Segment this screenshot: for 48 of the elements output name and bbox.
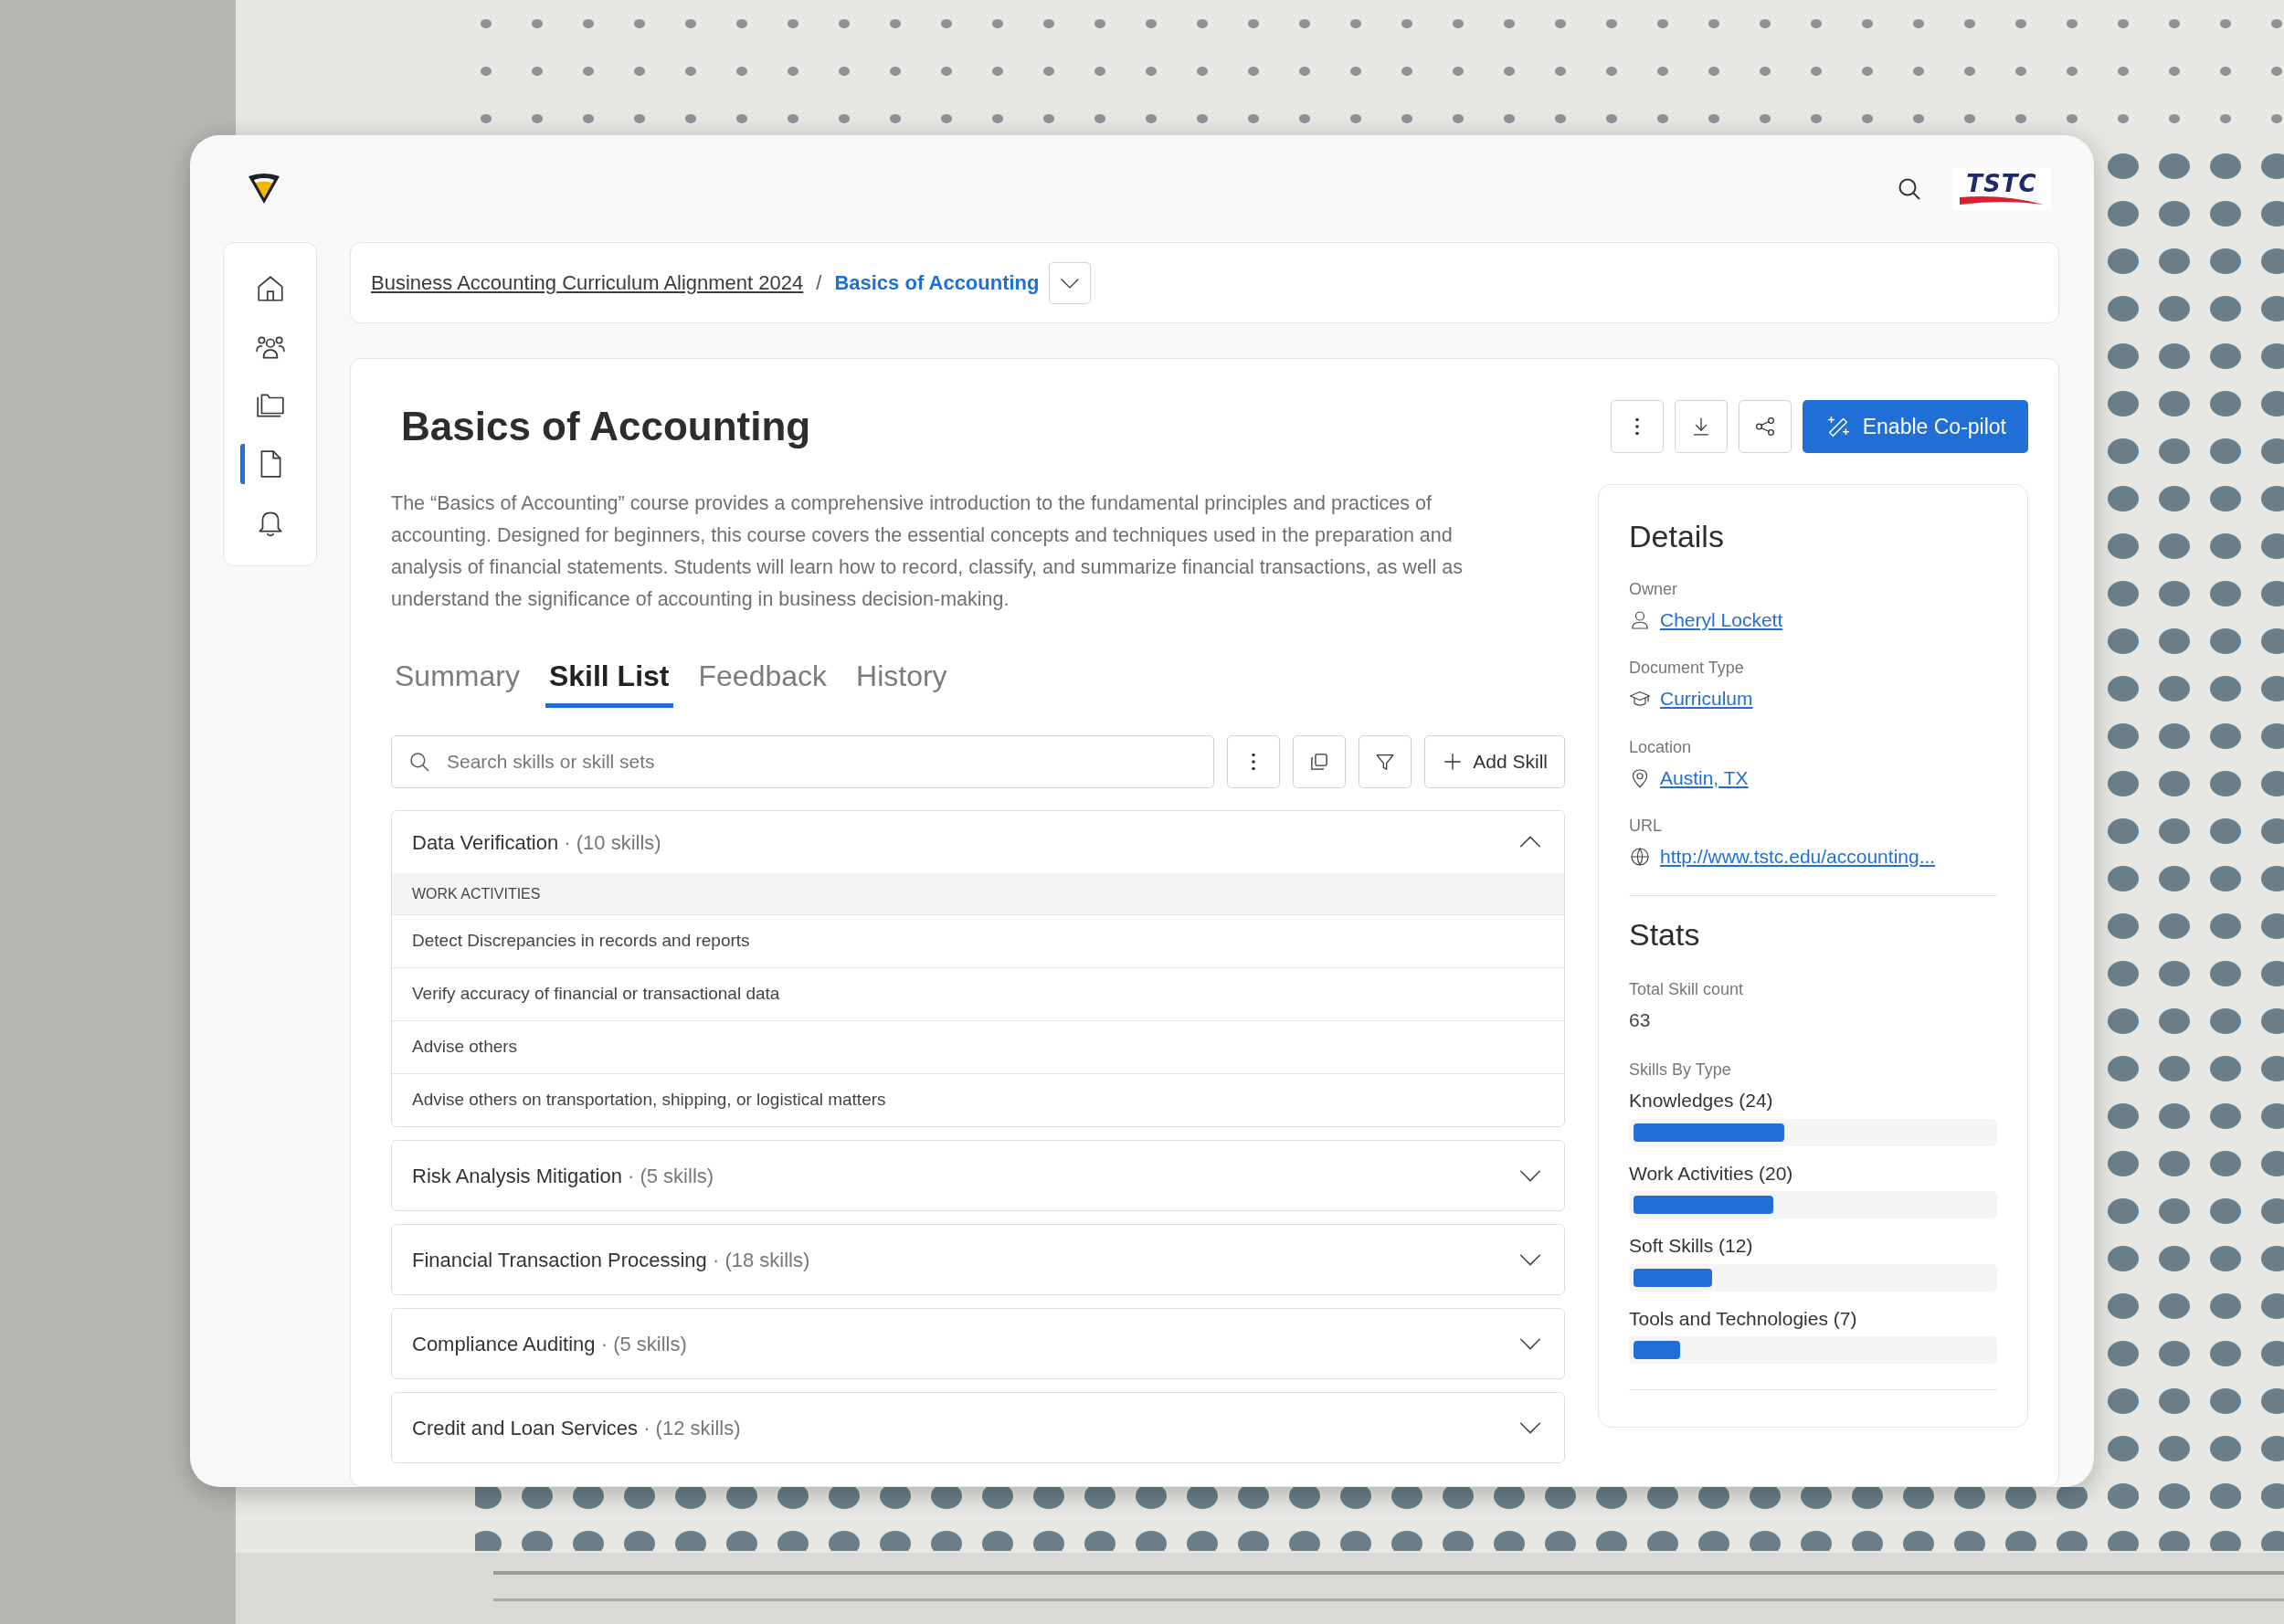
stat-label: Total Skill count bbox=[1629, 978, 1745, 1000]
tab[interactable]: Skill List bbox=[545, 654, 673, 708]
tab[interactable]: History bbox=[852, 654, 951, 708]
skill-row[interactable]: Advise others on transportation, shipping, or logistical matters bbox=[392, 1073, 1564, 1126]
field-link[interactable]: Cheryl Lockett bbox=[1660, 605, 1783, 635]
breadcrumb-current: Basics of Accounting bbox=[834, 270, 1040, 296]
skill-type-label: Tools and Technologies (7) bbox=[1629, 1306, 1858, 1331]
add-skill-button[interactable]: Add Skill bbox=[1424, 735, 1565, 788]
search-icon[interactable] bbox=[1898, 176, 1921, 201]
field-link[interactable]: Curriculum bbox=[1660, 684, 1753, 713]
skill-group-header[interactable]: Risk Analysis Mitigation · (5 skills) bbox=[392, 1141, 1564, 1210]
skill-type-label: Knowledges (24) bbox=[1629, 1089, 1774, 1113]
section-heading: WORK ACTIVITIES bbox=[392, 873, 1564, 914]
breadcrumb-separator: / bbox=[816, 270, 822, 296]
skill-type-label: Work Activities (20) bbox=[1629, 1161, 1794, 1186]
share-button[interactable] bbox=[1738, 400, 1792, 453]
field-label: Location bbox=[1629, 736, 1693, 758]
field-link[interactable]: Austin, TX bbox=[1660, 763, 1749, 793]
globe-icon bbox=[1629, 846, 1651, 869]
more-icon bbox=[1251, 753, 1257, 771]
more-icon bbox=[1634, 417, 1640, 436]
stats-heading: Stats bbox=[1629, 915, 1701, 954]
breadcrumb-link[interactable]: Business Accounting Curriculum Alignment 2024 bbox=[371, 268, 804, 298]
stat-value: 63 bbox=[1629, 1007, 1652, 1032]
field-label: URL bbox=[1629, 816, 1663, 838]
skill-row[interactable]: Verify accuracy of financial or transactional data bbox=[392, 967, 1564, 1020]
shield-logo bbox=[247, 172, 281, 206]
course-description: The “Basics of Accounting” course provides a comprehensive introduction to the fundamental principles and practices of accounting. Designed for beginners, this course covers the essential concepts and techniques used in the preparation and analysis of financial statements. Students will learn how to record, classify, and summarize financial transactions, as well as understand the significance of accounting in business decision-making. bbox=[391, 491, 1465, 612]
copilot-button[interactable]: Enable Co-pilot bbox=[1802, 400, 2028, 453]
stat-label: Skills By Type bbox=[1629, 1060, 1732, 1081]
brand-logo: TSTC bbox=[1952, 167, 2051, 210]
tab[interactable]: Feedback bbox=[694, 654, 831, 708]
skill-group-header[interactable]: Data Verification · (10 skills) bbox=[392, 811, 1564, 873]
page-title: Basics of Accounting bbox=[401, 402, 811, 450]
person-icon bbox=[1629, 608, 1651, 631]
field-link[interactable]: http://www.tstc.edu/accounting... bbox=[1660, 842, 1936, 871]
tab[interactable]: Summary bbox=[391, 654, 523, 708]
field-label: Owner bbox=[1629, 578, 1678, 600]
skill-row[interactable]: Advise others bbox=[392, 1020, 1564, 1073]
skill-type-label: Soft Skills (12) bbox=[1629, 1234, 1754, 1259]
search-field[interactable]: Search skills or skill sets bbox=[391, 735, 1215, 788]
field-label: Document Type bbox=[1629, 658, 1745, 680]
skill-group-header[interactable]: Credit and Loan Services · (12 skills) bbox=[392, 1393, 1564, 1462]
skill-group-header[interactable]: Financial Transaction Processing · (18 skills) bbox=[392, 1225, 1564, 1294]
copy-button[interactable] bbox=[1293, 735, 1347, 788]
details-heading: Details bbox=[1629, 518, 1725, 555]
skill-row[interactable]: Detect Discrepancies in records and reports bbox=[392, 914, 1564, 967]
skill-group-header[interactable]: Compliance Auditing · (5 skills) bbox=[392, 1309, 1564, 1378]
